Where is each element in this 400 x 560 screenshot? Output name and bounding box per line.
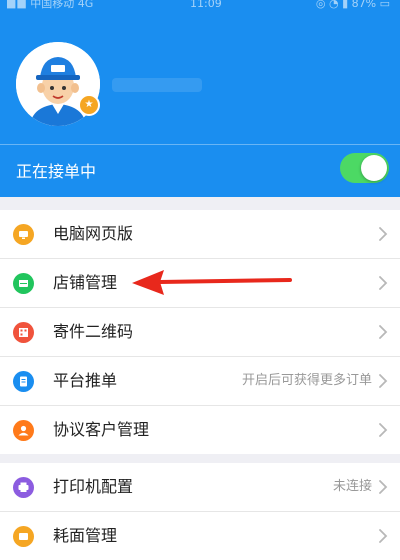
menu-group-2: 打印机配置 未连接耗面管理 (0, 463, 400, 560)
menu-item-user[interactable]: 协议客户管理 (0, 406, 400, 454)
monitor-icon (13, 224, 34, 245)
menu-item-qrcode[interactable]: 寄件二维码 (0, 308, 400, 357)
chevron-right-icon (379, 374, 388, 388)
profile-header: ■■ 中国移动 4G 11:09 ◎ ◔ ▮ 87% ▭ ★ 正在接单中 (0, 0, 400, 197)
menu-item-label: 协议客户管理 (53, 420, 150, 439)
toggle-knob (361, 155, 387, 181)
status-bar: ■■ 中国移动 4G 11:09 ◎ ◔ ▮ 87% ▭ (0, 0, 400, 16)
chevron-right-icon (379, 423, 388, 437)
menu-item-label: 寄件二维码 (53, 322, 134, 341)
chevron-right-icon (379, 480, 388, 494)
printer-icon (13, 477, 34, 498)
qrcode-icon (13, 322, 34, 343)
header-divider (0, 144, 400, 145)
menu-item-monitor[interactable]: 电脑网页版 (0, 210, 400, 259)
chevron-right-icon (379, 276, 388, 290)
clock: 11:09 (190, 0, 222, 10)
battery-status: ◎ ◔ ▮ 87% ▭ (315, 0, 390, 10)
red-arrow-annotation (132, 270, 292, 295)
menu-item-label: 耗面管理 (53, 526, 118, 545)
menu-item-label: 店铺管理 (53, 273, 118, 292)
carrier-signal: ■■ 中国移动 4G (6, 0, 94, 10)
shop-icon (13, 273, 34, 294)
menu-item-box[interactable]: 耗面管理 (0, 512, 400, 560)
avatar[interactable]: ★ (16, 42, 100, 126)
chevron-right-icon (379, 325, 388, 339)
menu-item-label: 打印机配置 (53, 477, 134, 496)
menu-item-label: 平台推单 (53, 371, 118, 390)
user-icon (13, 420, 34, 441)
menu-group-1: 电脑网页版店铺管理寄件二维码平台推单 开启后可获得更多订单协议客户管理 (0, 210, 400, 454)
box-icon (13, 526, 34, 547)
chevron-right-icon (379, 227, 388, 241)
chevron-right-icon (379, 529, 388, 543)
menu-item-hint: 开启后可获得更多订单 (241, 373, 372, 388)
menu-item-hint: 未连接 (332, 479, 372, 494)
menu-item-printer[interactable]: 打印机配置 未连接 (0, 463, 400, 512)
order-status-label: 正在接单中 (16, 162, 97, 181)
vip-badge: ★ (78, 94, 100, 116)
order-status-toggle[interactable] (340, 153, 389, 183)
menu-item-label: 电脑网页版 (53, 224, 134, 243)
document-icon (13, 371, 34, 392)
menu-item-document[interactable]: 平台推单 开启后可获得更多订单 (0, 357, 400, 406)
username-redacted (112, 78, 202, 92)
